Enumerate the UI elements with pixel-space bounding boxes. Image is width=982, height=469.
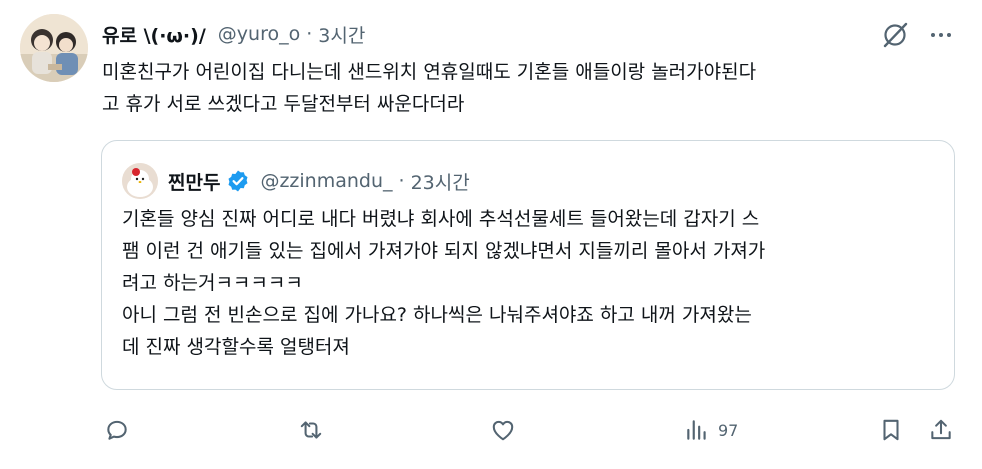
tweet-header: 유로 \(·ω·)/ @yuro_o · 3시간: [102, 18, 365, 50]
quote-user-handle[interactable]: @zzinmandu_: [260, 170, 392, 192]
share-button[interactable]: [928, 414, 954, 446]
views-count: 97: [718, 420, 739, 440]
quote-text: 기혼들 양심 진짜 어디로 내다 버렸냐 회사에 추석선물세트 들어왔는데 갑자…: [122, 208, 766, 358]
bookmark-icon: [883, 419, 899, 441]
more-dot: [947, 33, 951, 37]
verified-badge-icon: [228, 170, 248, 192]
quote-avatar[interactable]: [122, 163, 158, 199]
timestamp[interactable]: 3시간: [318, 21, 365, 48]
separator-dot: ·: [398, 170, 405, 192]
quote-timestamp[interactable]: 23시간: [411, 168, 470, 195]
more-dot: [939, 33, 943, 37]
like-button[interactable]: [490, 414, 516, 446]
views-button[interactable]: 97: [684, 414, 738, 446]
retweet-button[interactable]: [298, 414, 324, 446]
like-icon: [492, 420, 514, 441]
reply-button[interactable]: [104, 414, 130, 446]
retweet-icon: [300, 421, 322, 439]
tweet-text: 미혼친구가 어린이집 다니는데 샌드위치 연휴일때도 기혼들 애들이랑 놀러가야…: [102, 61, 757, 115]
user-handle[interactable]: @yuro_o: [218, 23, 300, 45]
display-name[interactable]: 유로 \(·ω·)/: [102, 21, 206, 48]
more-icon[interactable]: [926, 22, 956, 48]
more-dot: [931, 33, 935, 37]
quote-header: 찐만두 @zzinmandu_ · 23시간: [168, 165, 470, 197]
grok-icon[interactable]: [880, 20, 910, 50]
avatar[interactable]: [20, 14, 88, 82]
views-icon: [687, 420, 706, 440]
bookmark-button[interactable]: [878, 414, 904, 446]
tweet-actions: 97: [0, 414, 982, 446]
separator-dot: ·: [306, 23, 313, 45]
share-icon: [931, 419, 951, 440]
quoted-tweet[interactable]: 찐만두 @zzinmandu_ · 23시간 기혼들 양심 진짜 어디로 내다 …: [101, 140, 955, 390]
reply-icon: [107, 420, 127, 440]
quote-display-name[interactable]: 찐만두: [168, 168, 220, 195]
